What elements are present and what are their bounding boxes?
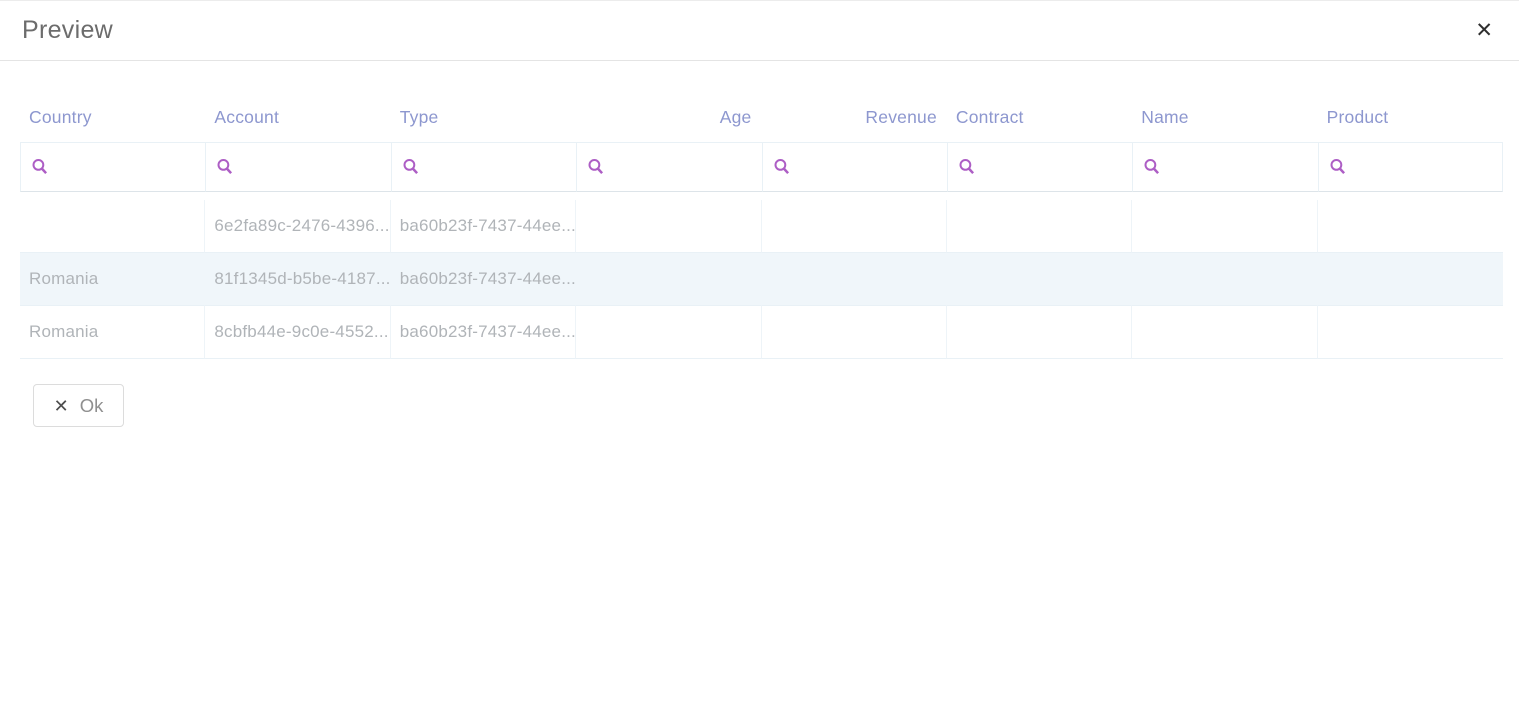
table-cell[interactable] — [576, 200, 761, 253]
search-icon[interactable] — [587, 158, 605, 176]
table-cell[interactable] — [1318, 306, 1503, 359]
filter-input-contract[interactable] — [982, 152, 1132, 182]
filter-input-product[interactable] — [1353, 152, 1502, 182]
data-grid: CountryAccountTypeAgeRevenueContractName… — [20, 92, 1503, 359]
table-cell[interactable] — [947, 253, 1132, 306]
table-cell[interactable] — [1132, 200, 1317, 253]
table-row[interactable]: 6e2fa89c-2476-4396...ba60b23f-7437-44ee.… — [20, 200, 1503, 253]
filter-cell-product — [1318, 142, 1503, 192]
ok-button[interactable]: ✕ Ok — [33, 384, 124, 427]
search-icon[interactable] — [1329, 158, 1347, 176]
table-cell[interactable] — [1132, 306, 1317, 359]
table-row[interactable]: Romania81f1345d-b5be-4187...ba60b23f-743… — [20, 253, 1503, 306]
column-header-type[interactable]: Type — [391, 107, 576, 128]
table-cell[interactable] — [762, 200, 947, 253]
filter-input-type[interactable] — [426, 152, 576, 182]
column-header-country[interactable]: Country — [20, 107, 205, 128]
close-icon[interactable]: ✕ — [1471, 16, 1497, 45]
table-cell[interactable] — [1318, 200, 1503, 253]
column-header-name[interactable]: Name — [1132, 107, 1317, 128]
table-cell[interactable]: ba60b23f-7437-44ee... — [391, 200, 576, 253]
search-icon[interactable] — [958, 158, 976, 176]
table-cell[interactable] — [1318, 253, 1503, 306]
table-cell[interactable] — [20, 200, 205, 253]
page-title: Preview — [22, 16, 113, 45]
search-icon[interactable] — [773, 158, 791, 176]
search-icon[interactable] — [1143, 158, 1161, 176]
x-icon: ✕ — [54, 397, 69, 415]
column-header-contract[interactable]: Contract — [947, 107, 1132, 128]
table-cell[interactable] — [762, 253, 947, 306]
rows-spacer — [20, 192, 1503, 200]
table-cell[interactable]: ba60b23f-7437-44ee... — [391, 306, 576, 359]
dialog-header: Preview ✕ — [0, 1, 1519, 61]
grid-filter-row — [20, 142, 1503, 192]
search-icon[interactable] — [402, 158, 420, 176]
table-row[interactable]: Romania8cbfb44e-9c0e-4552...ba60b23f-743… — [20, 306, 1503, 359]
filter-cell-contract — [947, 142, 1132, 192]
table-cell[interactable]: Romania — [20, 306, 205, 359]
table-cell[interactable] — [947, 306, 1132, 359]
search-icon[interactable] — [31, 158, 49, 176]
preview-dialog: Preview ✕ CountryAccountTypeAgeRevenueCo… — [0, 1, 1519, 427]
filter-cell-country — [20, 142, 205, 192]
table-cell[interactable]: 6e2fa89c-2476-4396... — [205, 200, 390, 253]
column-header-revenue[interactable]: Revenue — [762, 107, 947, 128]
dialog-content: CountryAccountTypeAgeRevenueContractName… — [0, 61, 1519, 427]
filter-input-revenue[interactable] — [797, 152, 947, 182]
filter-cell-revenue — [762, 142, 947, 192]
filter-input-country[interactable] — [55, 152, 205, 182]
column-header-product[interactable]: Product — [1318, 107, 1503, 128]
filter-cell-name — [1132, 142, 1317, 192]
table-cell[interactable]: Romania — [20, 253, 205, 306]
table-cell[interactable] — [947, 200, 1132, 253]
filter-cell-account — [205, 142, 390, 192]
table-cell[interactable]: 8cbfb44e-9c0e-4552... — [205, 306, 390, 359]
table-cell[interactable]: 81f1345d-b5be-4187... — [205, 253, 390, 306]
table-cell[interactable] — [762, 306, 947, 359]
table-cell[interactable] — [576, 306, 761, 359]
table-cell[interactable]: ba60b23f-7437-44ee... — [391, 253, 576, 306]
ok-button-label: Ok — [80, 395, 104, 417]
search-icon[interactable] — [216, 158, 234, 176]
column-header-account[interactable]: Account — [205, 107, 390, 128]
filter-input-name[interactable] — [1167, 152, 1317, 182]
grid-header-row: CountryAccountTypeAgeRevenueContractName… — [20, 92, 1503, 142]
filter-cell-type — [391, 142, 576, 192]
filter-cell-age — [576, 142, 761, 192]
table-cell[interactable] — [576, 253, 761, 306]
table-cell[interactable] — [1132, 253, 1317, 306]
filter-input-account[interactable] — [240, 152, 390, 182]
column-header-age[interactable]: Age — [576, 107, 761, 128]
filter-input-age[interactable] — [611, 152, 761, 182]
